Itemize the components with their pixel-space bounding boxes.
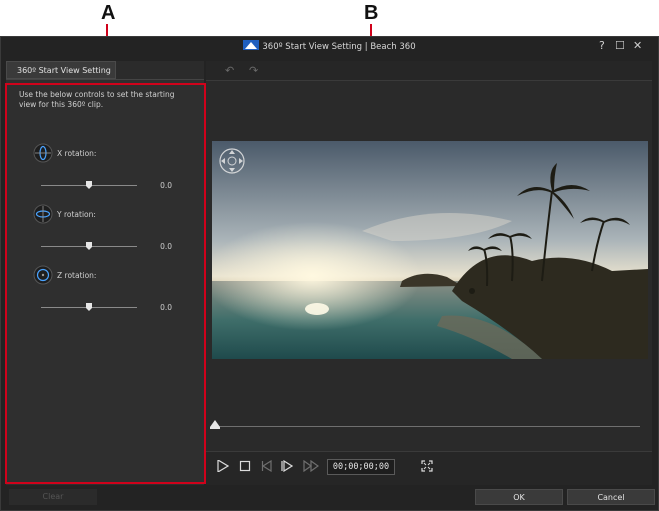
next-frame-icon[interactable]: [281, 460, 293, 472]
play-icon[interactable]: [217, 460, 229, 472]
preview-toolbar: ↶ ↷: [206, 61, 652, 81]
previous-frame-icon[interactable]: [261, 460, 273, 472]
callout-label-a: A: [101, 2, 116, 24]
panel-body: Use the below controls to set the starti…: [6, 79, 204, 485]
timeline-playhead[interactable]: [210, 420, 220, 429]
z-rotation-value: 0.0: [160, 303, 172, 312]
tab-start-view-setting[interactable]: 360º Start View Setting: [6, 61, 116, 79]
x-rotation-label: X rotation:: [57, 149, 97, 158]
close-button[interactable]: ✕: [633, 39, 642, 52]
timeline-track[interactable]: [214, 426, 640, 427]
video-preview[interactable]: [212, 141, 648, 359]
settings-panel: 360º Start View Setting Use the below co…: [6, 61, 204, 485]
cancel-button[interactable]: Cancel: [567, 489, 655, 505]
stop-icon[interactable]: [239, 460, 251, 472]
ok-button[interactable]: OK: [475, 489, 563, 505]
redo-icon[interactable]: ↷: [249, 64, 258, 77]
y-rotation-label: Y rotation:: [57, 210, 96, 219]
window-title-wrap: 360º Start View Setting | Beach 360: [1, 40, 658, 52]
clear-button[interactable]: Clear: [9, 489, 97, 505]
x-rotation-value: 0.0: [160, 181, 172, 190]
dialog-footer: Clear OK Cancel: [1, 489, 659, 511]
z-rotation-slider-thumb[interactable]: [86, 303, 92, 311]
maximize-button[interactable]: ☐: [615, 39, 625, 52]
help-button[interactable]: ?: [599, 39, 605, 52]
y-rotation-slider-thumb[interactable]: [86, 242, 92, 250]
z-rotation-icon: [33, 265, 53, 285]
callout-label-b: B: [364, 2, 379, 24]
preview-panel: ↶ ↷ 00;00;00;00: [206, 61, 652, 485]
title-bar: 360º Start View Setting | Beach 360 ? ☐ …: [1, 37, 658, 57]
y-rotation-icon: [33, 204, 53, 224]
app-logo-icon: [243, 40, 260, 50]
x-rotation-slider-thumb[interactable]: [86, 181, 92, 189]
fast-forward-icon[interactable]: [303, 460, 319, 472]
x-rotation-icon: [33, 143, 53, 163]
y-rotation-value: 0.0: [160, 242, 172, 251]
pan-navigation-icon[interactable]: [218, 147, 246, 175]
undo-icon[interactable]: ↶: [225, 64, 234, 77]
timecode-display[interactable]: 00;00;00;00: [327, 459, 395, 475]
fullscreen-icon[interactable]: [421, 460, 433, 472]
instructions-text: Use the below controls to set the starti…: [19, 90, 175, 109]
z-rotation-label: Z rotation:: [57, 271, 97, 280]
playback-controls: 00;00;00;00: [206, 451, 652, 485]
dialog-window: 360º Start View Setting | Beach 360 ? ☐ …: [0, 36, 659, 511]
window-title: 360º Start View Setting | Beach 360: [262, 42, 416, 52]
